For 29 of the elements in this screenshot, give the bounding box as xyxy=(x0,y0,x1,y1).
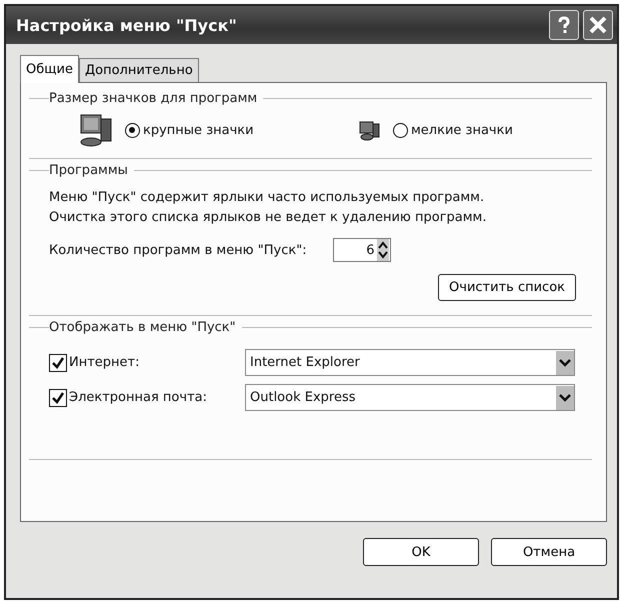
checkbox-label: Электронная почта: xyxy=(69,390,207,405)
group-title: Программы xyxy=(49,163,129,178)
dropdown[interactable]: Outlook Express xyxy=(245,384,575,411)
spin-arrows-icon xyxy=(376,239,389,261)
window-title: Настройка меню "Пуск" xyxy=(16,16,237,34)
computer-icon xyxy=(359,119,381,141)
description-text: Очистка этого списка ярлыков не ведет к удалению программ. xyxy=(49,209,488,227)
close-button[interactable] xyxy=(583,10,613,40)
tab[interactable]: Общие xyxy=(20,55,79,83)
dialog-button[interactable]: Отмена xyxy=(491,538,607,566)
group-title: Размер значков для программ xyxy=(49,91,258,106)
clear-list-button[interactable]: Очистить список xyxy=(438,274,576,301)
checkbox[interactable] xyxy=(49,388,67,406)
dialog-button[interactable]: OK xyxy=(363,538,479,566)
computer-icon xyxy=(79,112,113,148)
radio-button[interactable] xyxy=(393,122,408,138)
group-title: Отображать в меню "Пуск" xyxy=(49,320,237,335)
checkbox[interactable] xyxy=(49,354,67,372)
help-button[interactable] xyxy=(549,10,579,40)
checkbox-label: Интернет: xyxy=(69,355,140,370)
dropdown[interactable]: Internet Explorer xyxy=(245,349,575,376)
count-spinner[interactable]: 6 xyxy=(332,238,391,262)
chevron-down-icon xyxy=(556,350,574,374)
count-label: Количество программ в меню "Пуск": xyxy=(49,242,307,258)
description-text: Меню "Пуск" содержит ярлыки часто используемых программ. xyxy=(49,189,486,207)
chevron-down-icon xyxy=(556,386,574,410)
close-icon xyxy=(587,14,609,36)
tab[interactable]: Дополнительно xyxy=(78,58,199,82)
radio-button[interactable] xyxy=(125,122,140,138)
